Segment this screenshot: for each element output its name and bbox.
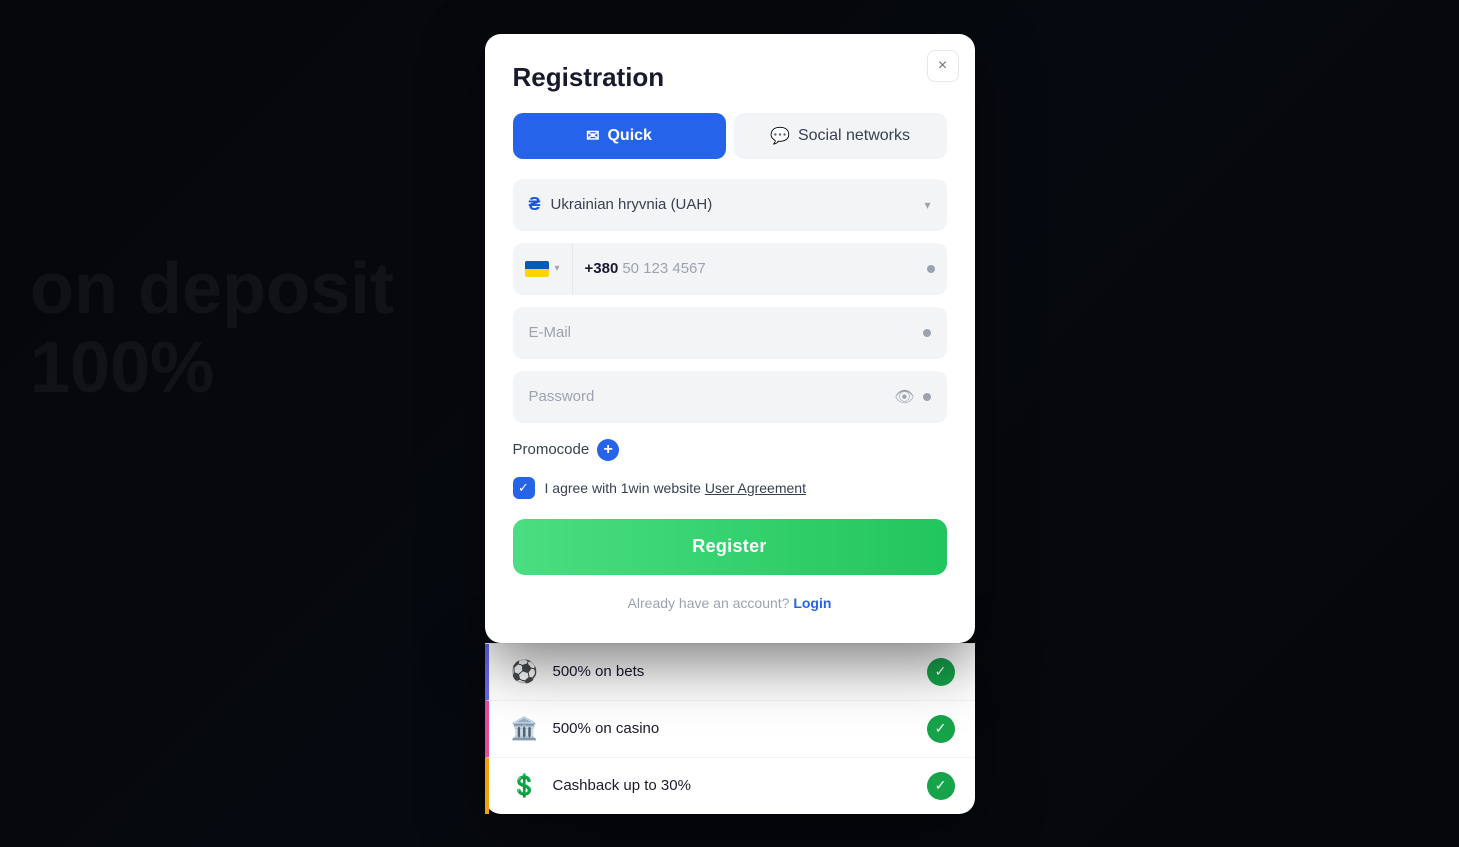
currency-value: Ukrainian hryvnia (UAH) bbox=[551, 196, 915, 213]
promocode-label: Promocode bbox=[513, 441, 590, 458]
phone-input[interactable]: +380 50 123 4567 bbox=[573, 260, 927, 277]
bonus-cashback-text: Cashback up to 30% bbox=[553, 777, 915, 794]
password-input[interactable]: Password 👁 bbox=[513, 371, 947, 423]
agreement-row: ✓ I agree with 1win website User Agreeme… bbox=[513, 477, 947, 499]
phone-input-row: ▾ +380 50 123 4567 bbox=[513, 243, 947, 295]
password-field-dot bbox=[923, 393, 931, 401]
currency-selector[interactable]: ₴ Ukrainian hryvnia (UAH) ▾ bbox=[513, 179, 947, 231]
login-link[interactable]: Login bbox=[793, 595, 831, 611]
phone-field-dot bbox=[927, 265, 935, 273]
ukraine-flag bbox=[525, 261, 549, 277]
register-button[interactable]: Register bbox=[513, 519, 947, 575]
tab-social-label: Social networks bbox=[798, 127, 910, 145]
currency-icon: ₴ bbox=[529, 194, 541, 215]
flag-chevron-icon: ▾ bbox=[555, 263, 560, 274]
email-icon: ✉ bbox=[586, 126, 599, 146]
phone-flag-selector[interactable]: ▾ bbox=[513, 243, 573, 295]
cashback-icon: 💲 bbox=[509, 773, 541, 799]
close-icon: × bbox=[938, 57, 947, 75]
agreement-checkbox[interactable]: ✓ bbox=[513, 477, 535, 499]
tab-quick-label: Quick bbox=[607, 127, 651, 145]
registration-tabs: ✉ Quick 💬 Social networks bbox=[513, 113, 947, 159]
bonus-bets-text: 500% on bets bbox=[553, 663, 915, 680]
user-agreement-link[interactable]: User Agreement bbox=[705, 480, 806, 496]
phone-country-code: +380 bbox=[585, 260, 619, 277]
email-placeholder: E-Mail bbox=[529, 324, 923, 341]
tab-quick[interactable]: ✉ Quick bbox=[513, 113, 726, 159]
eye-icon[interactable]: 👁 bbox=[894, 387, 914, 407]
bonus-panel: ⚽ 500% on bets ✓ 🏛️ 500% on casino ✓ 💲 C… bbox=[485, 643, 975, 814]
bonus-casino-text: 500% on casino bbox=[553, 720, 915, 737]
tab-social-networks[interactable]: 💬 Social networks bbox=[734, 113, 947, 159]
close-button[interactable]: × bbox=[927, 50, 959, 82]
password-placeholder: Password bbox=[529, 388, 895, 405]
login-prompt-row: Already have an account? Login bbox=[513, 595, 947, 611]
registration-modal: × Registration ✉ Quick 💬 Social networks… bbox=[485, 34, 975, 643]
bonus-item-bets: ⚽ 500% on bets ✓ bbox=[485, 644, 975, 701]
promocode-row: Promocode + bbox=[513, 439, 947, 461]
bonus-item-cashback: 💲 Cashback up to 30% ✓ bbox=[485, 758, 975, 814]
modal-wrapper: × Registration ✉ Quick 💬 Social networks… bbox=[485, 34, 975, 814]
login-prompt-text: Already have an account? bbox=[628, 595, 790, 611]
casino-icon: 🏛️ bbox=[509, 716, 541, 742]
phone-placeholder-text: 50 123 4567 bbox=[622, 260, 705, 277]
social-icon: 💬 bbox=[770, 126, 790, 146]
soccer-ball-icon: ⚽ bbox=[509, 659, 541, 685]
bonus-cashback-check: ✓ bbox=[927, 772, 955, 800]
bonus-bets-check: ✓ bbox=[927, 658, 955, 686]
chevron-down-icon: ▾ bbox=[924, 198, 930, 212]
agree-text: I agree with 1win website User Agreement bbox=[545, 480, 806, 496]
modal-title: Registration bbox=[513, 62, 947, 93]
email-input[interactable]: E-Mail bbox=[513, 307, 947, 359]
bonus-casino-check: ✓ bbox=[927, 715, 955, 743]
add-promocode-button[interactable]: + bbox=[597, 439, 619, 461]
bonus-item-casino: 🏛️ 500% on casino ✓ bbox=[485, 701, 975, 758]
email-field-dot bbox=[923, 329, 931, 337]
